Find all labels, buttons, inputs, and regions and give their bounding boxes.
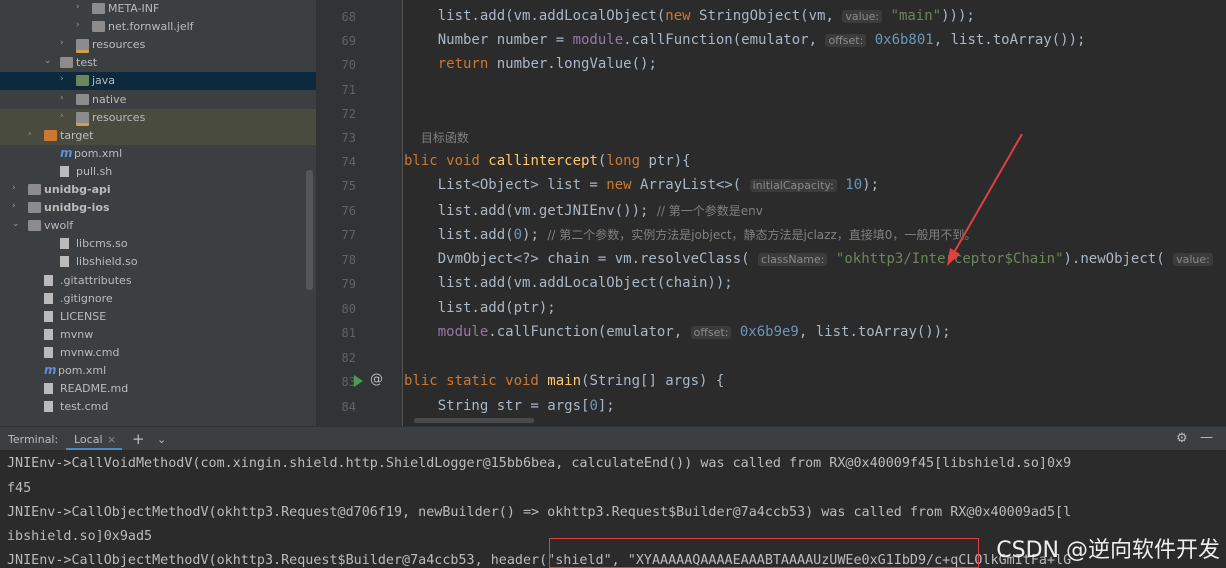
highlight-box (549, 538, 979, 568)
terminal-title: Terminal: (8, 433, 59, 446)
close-icon[interactable]: × (107, 433, 116, 446)
terminal-line: JNIEnv->CallObjectMethodV(okhttp3.Reques… (7, 505, 1072, 520)
tab-local[interactable]: Local × (66, 427, 122, 451)
add-tab-icon[interactable]: + (132, 430, 145, 448)
terminal-line: f45 (7, 481, 32, 496)
minimize-icon[interactable]: — (1200, 430, 1213, 445)
terminal-line: ibshield.so]0x9ad5 (7, 529, 153, 544)
gear-icon[interactable]: ⚙ (1176, 431, 1188, 446)
chevron-down-icon[interactable]: ⌄ (157, 433, 166, 446)
terminal-toolbar: Terminal: Local × + ⌄ ⚙ — (0, 426, 1226, 451)
tab-local-label: Local (74, 433, 103, 446)
terminal-line: JNIEnv->CallVoidMethodV(com.xingin.shiel… (7, 456, 1072, 471)
watermark: CSDN @逆向软件开发 (996, 538, 1220, 563)
